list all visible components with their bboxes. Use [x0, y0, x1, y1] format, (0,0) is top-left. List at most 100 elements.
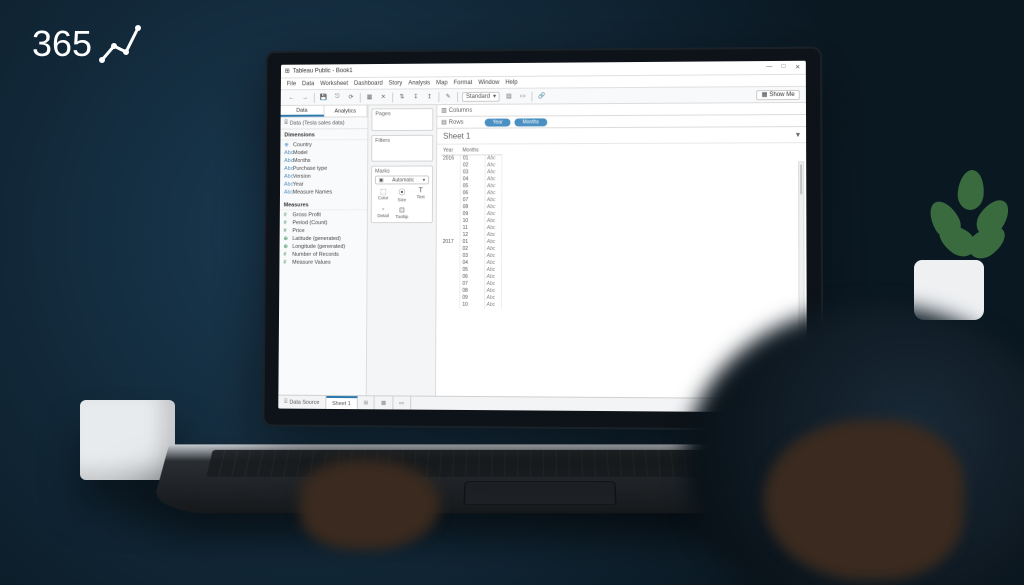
table-row: 10Abc [440, 301, 501, 308]
mark-text-button[interactable]: TText [412, 186, 429, 203]
measure-field[interactable]: #Period (Count) [280, 219, 367, 227]
tab-analytics[interactable]: Analytics [324, 105, 368, 116]
datasource-label: Data (Tesla sales data) [290, 120, 345, 126]
cell-year [441, 190, 460, 197]
mark-color-button[interactable]: ⬚Color [375, 186, 392, 203]
new-dashboard-icon: ▦ [381, 400, 386, 406]
dimension-field[interactable]: AbcVersion [280, 173, 367, 181]
fit-dropdown[interactable]: Standard ▾ [462, 91, 500, 101]
tab-data-source[interactable]: ⌸ Data Source [278, 396, 326, 409]
cell-month: 06 [460, 190, 484, 197]
cell-year [441, 232, 460, 239]
col-header-months: Months [460, 146, 484, 155]
measure-field[interactable]: #Measure Values [279, 259, 366, 267]
swap-button[interactable]: ⇅ [397, 92, 407, 102]
measure-field[interactable]: #Number of Records [279, 251, 366, 259]
new-worksheet-button[interactable]: ▦ [365, 92, 375, 102]
mark-label: Text [417, 194, 425, 199]
dimension-field[interactable]: AbcPurchase type [280, 165, 367, 173]
menu-file[interactable]: File [287, 81, 296, 87]
sheet-title[interactable]: Sheet 1 [443, 132, 470, 141]
cell-placeholder: Abc [484, 252, 502, 259]
cards-column: Pages Filters Marks ▣ Automatic ▾ [367, 105, 438, 396]
cell-year [440, 287, 459, 294]
mark-size-button[interactable]: ⦿Size [394, 186, 411, 203]
menu-data[interactable]: Data [302, 81, 314, 87]
measure-field[interactable]: ⊕Latitude (generated) [280, 235, 367, 243]
filters-shelf[interactable]: Filters [371, 135, 433, 162]
marks-type-dropdown[interactable]: ▣ Automatic ▾ [375, 175, 429, 184]
refresh-button[interactable]: ⟳ [346, 92, 356, 102]
field-type-icon: Abc [284, 150, 291, 156]
pages-shelf[interactable]: Pages [371, 108, 433, 131]
cell-placeholder: Abc [484, 225, 502, 232]
mark-detail-button[interactable]: ◦Detail [375, 205, 392, 220]
field-type-icon: # [283, 260, 290, 266]
cell-placeholder: Abc [484, 266, 502, 273]
highlight-button[interactable]: ✎ [443, 92, 453, 102]
new-dashboard-tab[interactable]: ▦ [375, 396, 393, 409]
separator [360, 92, 361, 102]
main-area: Data Analytics ⌸ Data (Tesla sales data)… [278, 103, 807, 398]
cell-placeholder: Abc [484, 197, 502, 204]
menu-worksheet[interactable]: Worksheet [320, 80, 348, 86]
chevron-down-icon[interactable]: ▾ [796, 130, 800, 139]
menu-window[interactable]: Window [478, 79, 499, 85]
field-type-icon: Abc [284, 166, 291, 172]
presentation-button[interactable]: ▭ [518, 91, 528, 101]
field-type-icon: # [284, 220, 291, 226]
cell-month: 04 [460, 259, 484, 266]
field-type-icon: # [283, 252, 290, 258]
sort-desc-button[interactable]: ↥ [425, 92, 435, 102]
clear-button[interactable]: ✕ [378, 92, 388, 102]
menu-help[interactable]: Help [505, 79, 517, 85]
separator [314, 93, 315, 103]
datasource-row[interactable]: ⌸ Data (Tesla sales data) [281, 117, 368, 129]
window-close-button[interactable]: ✕ [794, 64, 802, 71]
rows-label: Rows [449, 119, 464, 125]
menu-format[interactable]: Format [454, 80, 473, 86]
cards-toggle-button[interactable]: ▤ [504, 91, 514, 101]
separator [532, 91, 533, 101]
menu-story[interactable]: Story [389, 80, 403, 86]
pill-months[interactable]: Months [515, 118, 547, 126]
new-worksheet-tab[interactable]: ⊞ [358, 396, 375, 409]
window-maximize-button[interactable]: □ [779, 64, 787, 71]
cell-month: 03 [460, 169, 484, 176]
table-row: 07Abc [441, 197, 502, 204]
cell-year [441, 183, 460, 190]
marks-label: Marks [375, 168, 429, 174]
menu-dashboard[interactable]: Dashboard [354, 80, 383, 86]
forward-button[interactable]: → [300, 93, 310, 103]
mark-tooltip-button[interactable]: ⊡Tooltip [393, 205, 410, 220]
dimension-field[interactable]: AbcMeasure Names [280, 188, 367, 196]
menu-map[interactable]: Map [436, 80, 448, 86]
share-button[interactable]: 🔗 [537, 91, 547, 101]
sheet-tab-label: Sheet 1 [332, 400, 351, 406]
menu-analysis[interactable]: Analysis [408, 80, 430, 86]
field-label: Measure Values [292, 260, 331, 266]
chevron-down-icon: ▾ [423, 177, 426, 183]
table-row: 12Abc [441, 232, 502, 239]
tab-data[interactable]: Data [281, 106, 324, 117]
separator [392, 92, 393, 102]
table-row: 02Abc [441, 245, 502, 252]
cell-placeholder: Abc [484, 301, 502, 308]
measure-field[interactable]: #Price [280, 227, 367, 235]
back-button[interactable]: ← [287, 93, 297, 103]
new-datasource-button[interactable]: ⎋ [332, 92, 342, 102]
show-me-button[interactable]: ▦ Show Me [756, 89, 799, 99]
save-button[interactable]: 💾 [319, 92, 329, 102]
measure-field[interactable]: #Gross Profit [280, 211, 367, 219]
cell-month: 08 [460, 287, 484, 294]
pill-year[interactable]: Year [485, 118, 511, 126]
sort-asc-button[interactable]: ↧ [411, 92, 421, 102]
window-minimize-button[interactable]: — [765, 64, 773, 71]
dimension-field[interactable]: AbcYear [280, 181, 367, 189]
cell-month: 03 [460, 252, 484, 259]
tab-sheet-1[interactable]: Sheet 1 [326, 396, 358, 409]
measure-field[interactable]: ⊕Longitude (generated) [280, 243, 367, 251]
new-story-tab[interactable]: ▭ [393, 396, 411, 409]
table-row: 06Abc [441, 190, 502, 197]
table-row: 05Abc [441, 183, 502, 190]
